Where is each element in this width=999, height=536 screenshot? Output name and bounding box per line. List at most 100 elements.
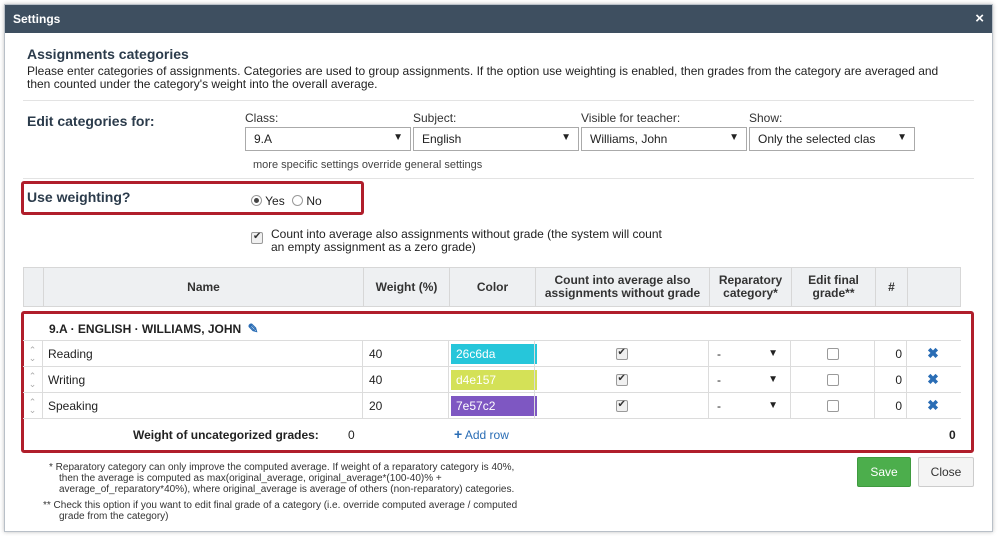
row-count-checkbox[interactable] xyxy=(615,399,628,412)
add-row-label: Add row xyxy=(464,428,509,442)
dialog-title: Settings xyxy=(13,12,61,26)
divider xyxy=(23,178,974,179)
header-handle-col xyxy=(24,268,43,306)
count-empty-checkbox[interactable] xyxy=(251,231,263,244)
row-edit-final-checkbox[interactable] xyxy=(826,399,839,412)
reparatory-select[interactable]: - ▼ xyxy=(708,341,790,366)
pencil-icon[interactable]: ✎ xyxy=(248,321,259,336)
section-description: Please enter categories of assignments. … xyxy=(27,64,939,91)
chevron-down-icon: ▼ xyxy=(768,400,778,411)
subject-select[interactable]: English ▼ xyxy=(413,127,579,151)
header-name: Name xyxy=(43,268,363,306)
chevron-down-icon: ▼ xyxy=(729,132,739,143)
teacher-label: Visible for teacher: xyxy=(581,111,681,125)
edit-final-cell xyxy=(790,393,874,418)
header-count: Count into average also assignments with… xyxy=(535,268,709,306)
color-swatch-input[interactable]: 26c6da xyxy=(451,344,537,364)
reparatory-value: - xyxy=(717,346,721,361)
drag-handle-icon[interactable]: ⌃ ⌄ xyxy=(23,367,42,392)
header-reparatory: Reparatory category* xyxy=(709,268,791,306)
category-color-cell: 26c6da xyxy=(448,341,537,366)
category-weight-input[interactable]: 20 xyxy=(362,393,448,418)
header-weight: Weight (%) xyxy=(363,268,449,306)
chevron-down-icon: ▼ xyxy=(393,132,403,143)
count-cell xyxy=(534,393,708,418)
row-edit-final-checkbox[interactable] xyxy=(826,347,839,360)
delete-x-icon[interactable]: ✖ xyxy=(927,345,939,362)
row-count-checkbox[interactable] xyxy=(615,347,628,360)
weighting-yes-label: Yes xyxy=(265,194,285,208)
edit-categories-heading: Edit categories for: xyxy=(27,113,155,129)
subject-select-value: English xyxy=(422,132,462,146)
delete-cell: ✖ xyxy=(906,341,959,366)
drag-handle-icon[interactable]: ⌃ ⌄ xyxy=(23,341,42,366)
weighting-no-radio[interactable] xyxy=(292,195,304,206)
category-color-cell: d4e157 xyxy=(448,367,537,392)
delete-x-icon[interactable]: ✖ xyxy=(927,397,939,414)
reparatory-select[interactable]: - ▼ xyxy=(708,367,790,392)
close-icon[interactable]: × xyxy=(975,10,984,27)
color-swatch-input[interactable]: d4e157 xyxy=(451,370,537,390)
header-reparatory-line2: category* xyxy=(723,286,778,300)
count-checkbox-wrap xyxy=(251,231,263,245)
delete-x-icon[interactable]: ✖ xyxy=(927,371,939,388)
show-label: Show: xyxy=(749,111,783,125)
edit-final-cell xyxy=(790,341,874,366)
close-button[interactable]: Close xyxy=(918,457,974,487)
show-select-value: Only the selected clas xyxy=(758,132,876,146)
show-select[interactable]: Only the selected clas ▼ xyxy=(749,127,915,151)
uncategorized-weight-value[interactable]: 0 xyxy=(348,428,355,442)
weighting-no-label: No xyxy=(306,194,322,208)
group-title: 9.A · ENGLISH · WILLIAMS, JOHN ✎ xyxy=(49,321,258,337)
subject-label: Subject: xyxy=(413,111,457,125)
reparatory-value: - xyxy=(717,372,721,387)
drag-handle-icon[interactable]: ⌃ ⌄ xyxy=(23,393,42,418)
section-heading: Assignments categories xyxy=(27,46,189,62)
header-edit-final-line2: grade** xyxy=(812,286,855,300)
category-name-input[interactable]: Speaking xyxy=(42,393,362,418)
color-swatch-input[interactable]: 7e57c2 xyxy=(451,396,537,416)
header-color: Color xyxy=(449,268,535,306)
count-empty-label-2: an empty assignment as a zero grade) xyxy=(271,240,476,254)
class-select[interactable]: 9.A ▼ xyxy=(245,127,411,151)
settings-dialog: Settings × Assignments categories Please… xyxy=(4,4,993,532)
reparatory-value: - xyxy=(717,398,721,413)
weighting-yes-radio[interactable] xyxy=(251,195,262,206)
category-weight-input[interactable]: 40 xyxy=(362,341,448,366)
add-row-button[interactable]: + Add row xyxy=(454,426,509,442)
footnote-1-line1: * Reparatory category can only improve t… xyxy=(49,462,515,473)
chevron-down-icon: ▼ xyxy=(561,132,571,143)
footnote-2-line1: ** Check this option if you want to edit… xyxy=(43,500,518,511)
row-edit-final-checkbox[interactable] xyxy=(826,373,839,386)
divider xyxy=(23,100,974,101)
class-label: Class: xyxy=(245,111,279,125)
table-row: ⌃⌄ Speaking 20 7e57c2 - ▼ 0 ✖ xyxy=(23,392,961,419)
header-hash: # xyxy=(875,268,907,306)
category-name-input[interactable]: Reading xyxy=(42,341,362,366)
footnote-2-line2: grade from the category) xyxy=(59,511,169,522)
category-weight-input[interactable]: 40 xyxy=(362,367,448,392)
table-header: Name Weight (%) Color Count into average… xyxy=(23,267,961,307)
dialog-titlebar: Settings × xyxy=(5,5,992,33)
total-count-value: 0 xyxy=(949,428,956,442)
header-actions xyxy=(907,268,960,306)
footnote-1-line2: then the average is computed as max(orig… xyxy=(59,473,442,484)
class-select-value: 9.A xyxy=(254,132,273,146)
teacher-select-value: Williams, John xyxy=(590,132,668,146)
row-count-value: 0 xyxy=(874,367,906,392)
chevron-down-icon: ▼ xyxy=(768,374,778,385)
edit-final-cell xyxy=(790,367,874,392)
header-count-line2: assignments without grade xyxy=(544,286,701,300)
category-name-input[interactable]: Writing xyxy=(42,367,362,392)
count-cell xyxy=(534,341,708,366)
row-count-checkbox[interactable] xyxy=(615,373,628,386)
save-button[interactable]: Save xyxy=(857,457,911,487)
chevron-down-icon: ▼ xyxy=(768,348,778,359)
delete-cell: ✖ xyxy=(906,367,959,392)
weighting-radio-group: Yes No xyxy=(251,194,322,208)
reparatory-select[interactable]: - ▼ xyxy=(708,393,790,418)
weighting-label: Use weighting? xyxy=(27,189,131,205)
table-row: ⌃⌄ Reading 40 26c6da - ▼ 0 ✖ xyxy=(23,340,961,366)
row-count-value: 0 xyxy=(874,393,906,418)
teacher-select[interactable]: Williams, John ▼ xyxy=(581,127,747,151)
